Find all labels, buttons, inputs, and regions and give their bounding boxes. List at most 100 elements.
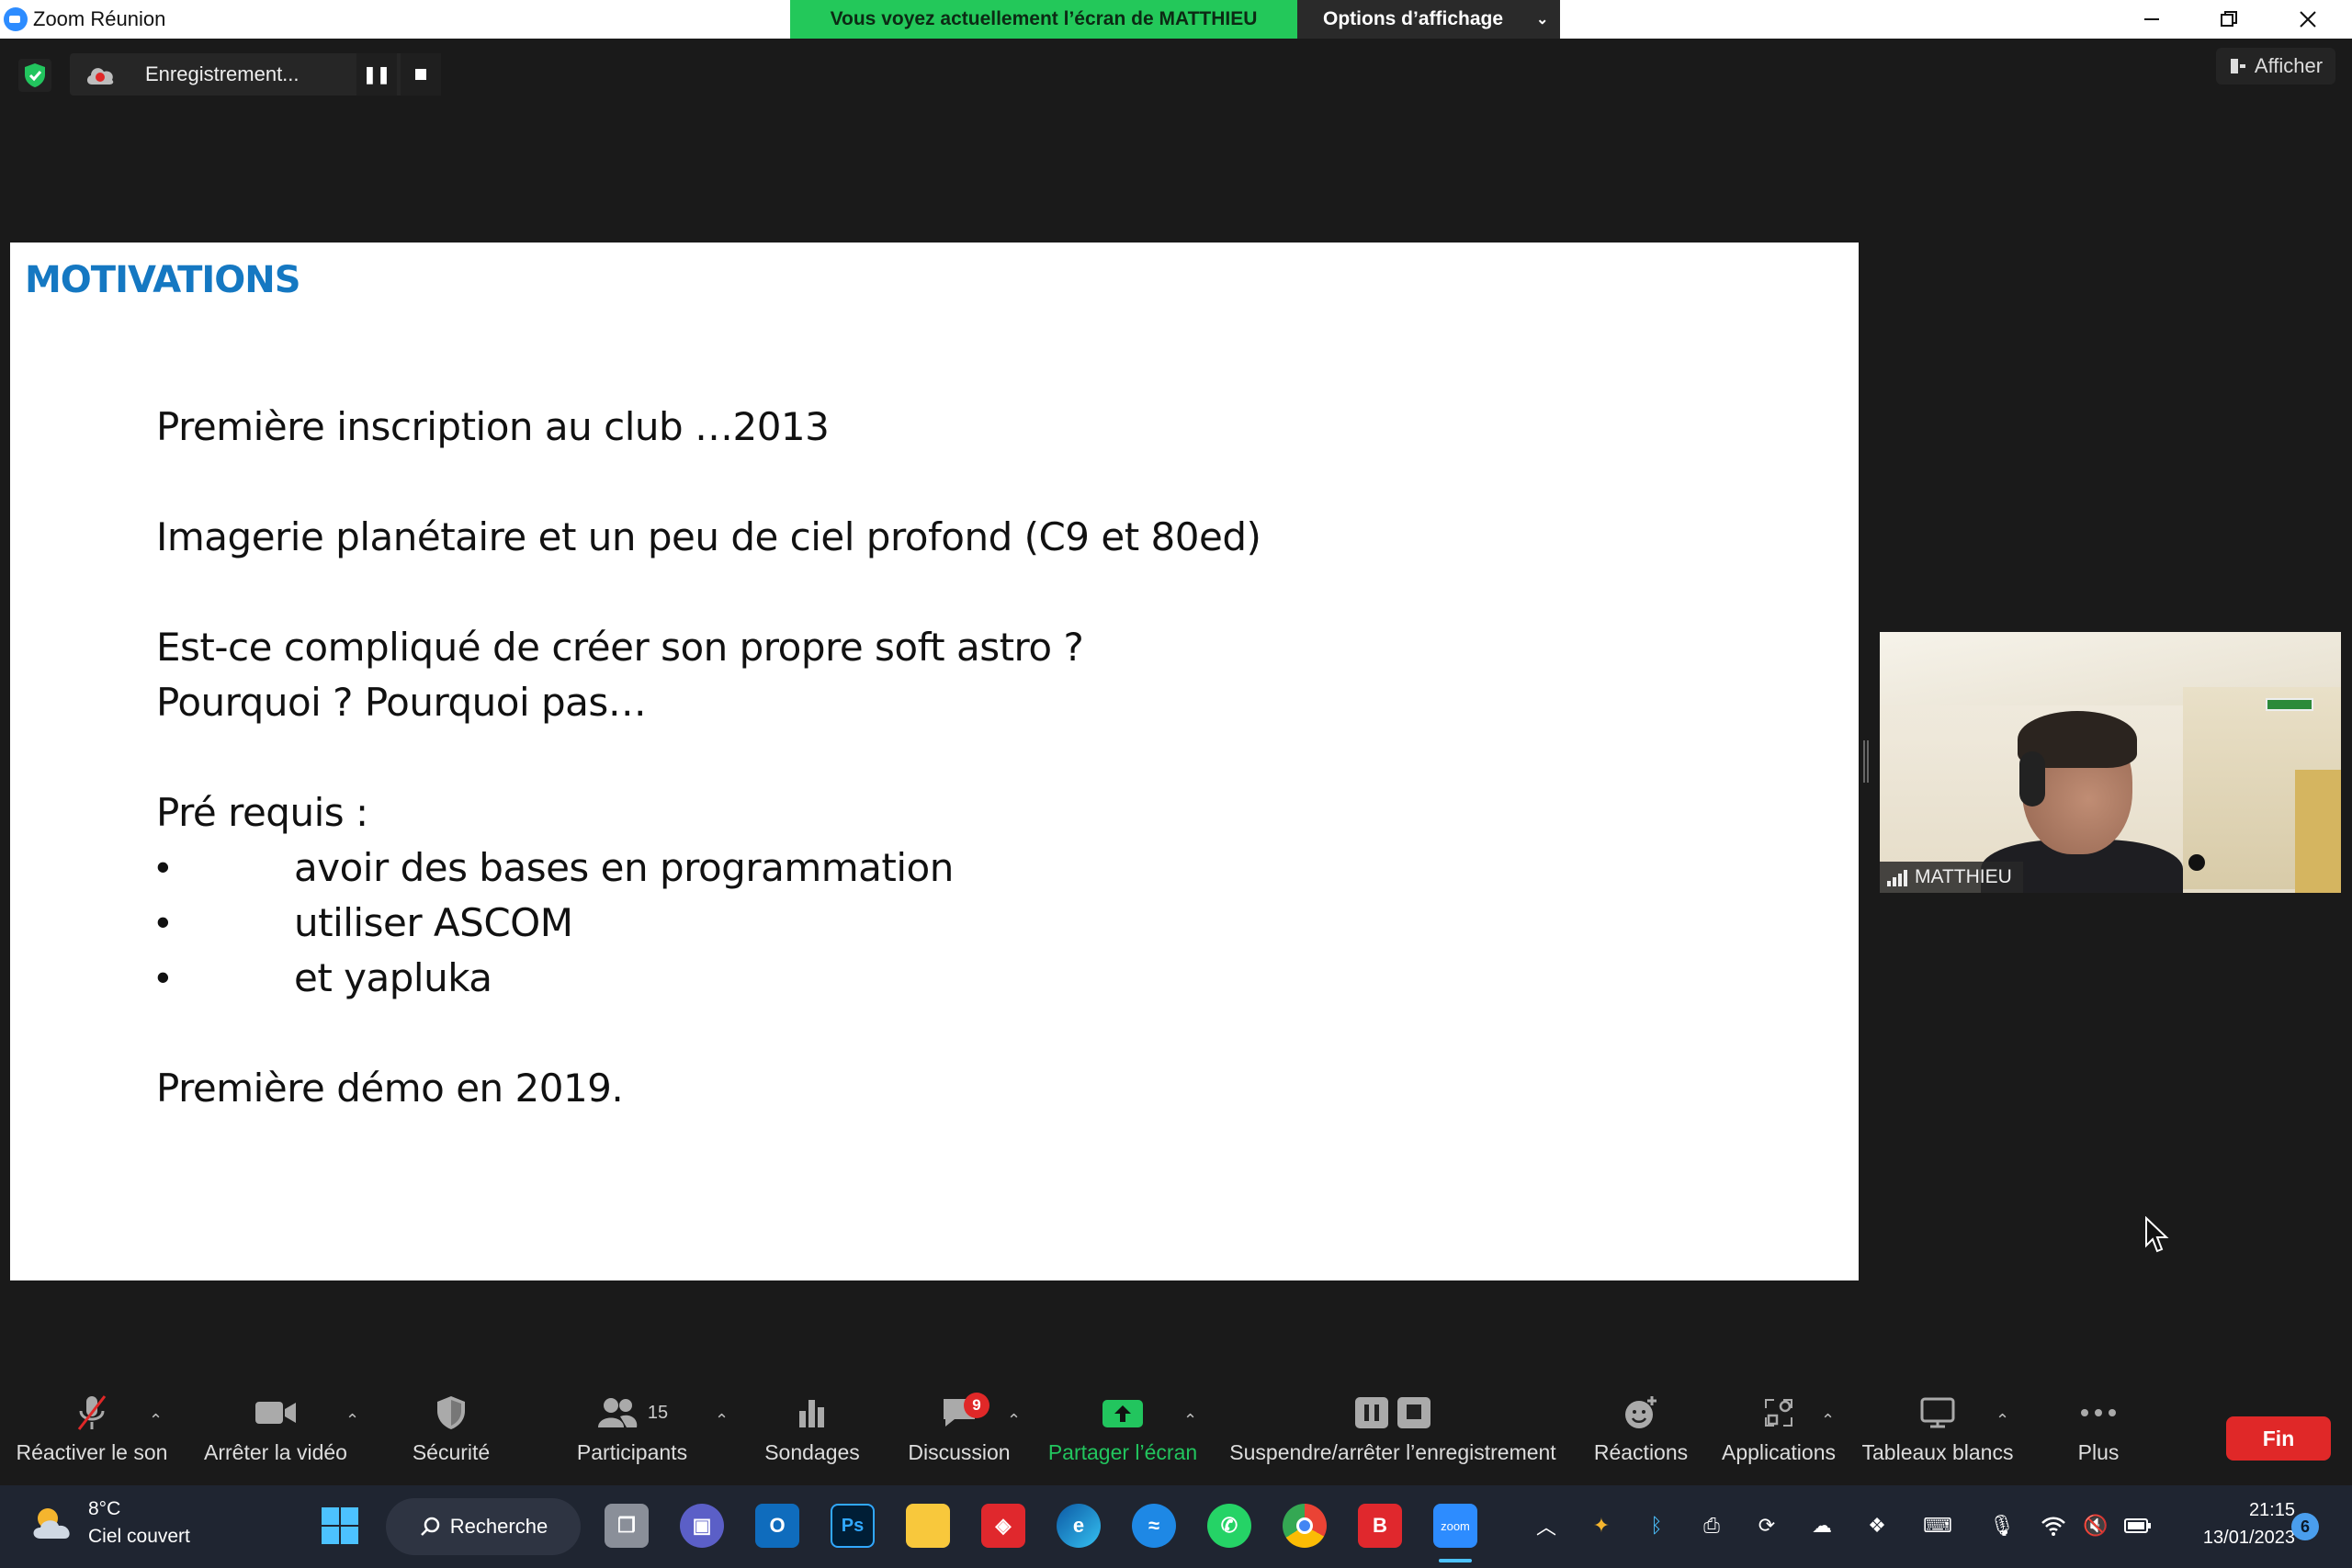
whiteboards-options-caret[interactable]: ⌃ bbox=[1996, 1411, 2009, 1430]
windows-taskbar: 8°C Ciel couvert Recherche ❐ ▣ O Ps ◈ e … bbox=[0, 1485, 2352, 1568]
mouse-cursor-icon bbox=[2145, 1216, 2169, 1253]
whiteboards-label: Tableaux blancs bbox=[1861, 1440, 2014, 1464]
polls-label: Sondages bbox=[764, 1440, 860, 1464]
stop-recording-button[interactable] bbox=[401, 53, 441, 96]
microphone-icon[interactable]: 🎙 bbox=[1986, 1509, 2018, 1542]
reactions-emoji-icon bbox=[1625, 1396, 1657, 1428]
taskbar-search[interactable]: Recherche bbox=[386, 1498, 581, 1555]
participants-options-caret[interactable]: ⌃ bbox=[715, 1411, 729, 1430]
bullet-marker: • bbox=[156, 955, 170, 998]
participants-count: 15 bbox=[647, 1402, 669, 1423]
clock-time[interactable]: 21:15 bbox=[2207, 1500, 2295, 1521]
start-button[interactable] bbox=[316, 1502, 364, 1550]
recording-bar: Enregistrement... ❚❚ bbox=[70, 53, 441, 96]
muted-microphone-icon bbox=[77, 1395, 107, 1430]
usb-icon[interactable]: ⎙ bbox=[1696, 1509, 1727, 1542]
share-screen-arrow-icon bbox=[1102, 1400, 1143, 1427]
reactions-label: Réactions bbox=[1593, 1440, 1689, 1464]
chrome-icon[interactable] bbox=[1283, 1504, 1327, 1548]
edge-icon[interactable]: e bbox=[1057, 1504, 1101, 1548]
apps-button[interactable]: Applications bbox=[1716, 1387, 1841, 1479]
panel-resize-handle[interactable] bbox=[1863, 740, 1869, 783]
view-options-button[interactable]: Options d’affichage ⌄ bbox=[1297, 0, 1560, 39]
wifi-icon[interactable] bbox=[2038, 1509, 2069, 1542]
show-videos-button[interactable]: Afficher bbox=[2216, 48, 2335, 85]
outlook-icon[interactable]: O bbox=[755, 1504, 799, 1548]
whiteboard-icon bbox=[1920, 1397, 1955, 1428]
slide-line: Première démo en 2019. bbox=[156, 1066, 624, 1111]
whiteboards-button[interactable]: Tableaux blancs bbox=[1858, 1387, 2018, 1479]
bitdefender-icon[interactable]: B bbox=[1358, 1504, 1402, 1548]
tray-overflow-chevron-icon[interactable]: ︿ bbox=[1531, 1509, 1562, 1542]
more-dots-icon bbox=[2081, 1409, 2116, 1416]
unmute-button[interactable]: Réactiver le son bbox=[9, 1387, 175, 1479]
stop-video-button[interactable]: Arrêter la vidéo bbox=[193, 1387, 358, 1479]
unmute-label: Réactiver le son bbox=[16, 1440, 168, 1464]
share-options-caret[interactable]: ⌃ bbox=[1183, 1411, 1197, 1430]
signal-strength-icon bbox=[1887, 868, 1907, 886]
chat-button[interactable]: 9 Discussion bbox=[897, 1387, 1022, 1479]
restore-icon bbox=[2221, 11, 2237, 27]
notification-count-badge[interactable]: 6 bbox=[2291, 1513, 2319, 1540]
close-button[interactable] bbox=[2269, 0, 2346, 39]
close-icon bbox=[2300, 11, 2316, 28]
zoom-taskbar-icon[interactable]: zoom bbox=[1433, 1504, 1477, 1548]
weather-temperature[interactable]: 8°C bbox=[88, 1498, 120, 1520]
bullet-marker: • bbox=[156, 845, 170, 888]
participant-name-tag: MATTHIEU bbox=[1880, 862, 2023, 893]
onedrive-icon[interactable]: ☁ bbox=[1806, 1509, 1838, 1542]
share-screen-button[interactable]: Partager l’écran bbox=[1038, 1387, 1207, 1479]
audio-options-caret[interactable]: ⌃ bbox=[149, 1411, 163, 1430]
cloud-app-icon[interactable]: ≈ bbox=[1132, 1504, 1176, 1548]
stop-icon bbox=[415, 69, 426, 80]
meeting-toolbar: Réactiver le son ⌃ Arrêter la vidéo ⌃ Sé… bbox=[0, 1387, 2352, 1479]
security-button[interactable]: Sécurité bbox=[386, 1387, 516, 1479]
teams-icon[interactable]: ▣ bbox=[680, 1504, 724, 1548]
dropbox-icon[interactable]: ❖ bbox=[1861, 1509, 1893, 1542]
search-icon bbox=[420, 1517, 440, 1536]
apps-options-caret[interactable]: ⌃ bbox=[1821, 1411, 1835, 1430]
photoshop-icon[interactable]: Ps bbox=[831, 1504, 875, 1548]
participant-video[interactable]: MATTHIEU bbox=[1880, 632, 2341, 893]
shared-screen-slide: MOTIVATIONS Première inscription au club… bbox=[10, 243, 1859, 1280]
clock-date[interactable]: 13/01/2023 bbox=[2177, 1528, 2295, 1549]
minimize-button[interactable] bbox=[2113, 0, 2190, 39]
zoom-logo-icon bbox=[4, 7, 28, 31]
tray-app-icon[interactable]: ✦ bbox=[1586, 1509, 1617, 1542]
weather-cloudy-icon[interactable] bbox=[29, 1502, 79, 1546]
slide-line: Imagerie planétaire et un peu de ciel pr… bbox=[156, 514, 1261, 559]
keyboard-icon[interactable]: ⌨ bbox=[1922, 1509, 1953, 1542]
minimize-icon bbox=[2144, 18, 2159, 20]
chevron-down-icon: ⌄ bbox=[1536, 12, 1549, 28]
end-meeting-button[interactable]: Fin bbox=[2226, 1416, 2331, 1461]
recording-status-label: Enregistrement... bbox=[145, 62, 300, 85]
whatsapp-icon[interactable]: ✆ bbox=[1207, 1504, 1251, 1548]
security-label: Sécurité bbox=[412, 1440, 491, 1464]
sync-icon[interactable]: ⟳ bbox=[1751, 1509, 1782, 1542]
share-status-banner: Vous voyez actuellement l’écran de MATTH… bbox=[790, 0, 1297, 39]
file-explorer-icon[interactable] bbox=[906, 1504, 950, 1548]
restore-button[interactable] bbox=[2190, 0, 2267, 39]
reactions-button[interactable]: Réactions bbox=[1577, 1387, 1705, 1479]
polls-button[interactable]: Sondages bbox=[744, 1387, 880, 1479]
encryption-shield-icon[interactable] bbox=[18, 59, 51, 92]
bluetooth-icon[interactable]: ᛒ bbox=[1641, 1509, 1672, 1542]
recording-control-button[interactable]: Suspendre/arrêter l’enregistrement bbox=[1218, 1387, 1567, 1479]
chat-options-caret[interactable]: ⌃ bbox=[1007, 1411, 1021, 1430]
exit-sign bbox=[2266, 698, 2313, 711]
participant-name: MATTHIEU bbox=[1915, 866, 2012, 887]
window-title: Zoom Réunion bbox=[33, 7, 166, 30]
volume-muted-icon[interactable]: 🔇 bbox=[2080, 1509, 2111, 1542]
slide-line: Première inscription au club …2013 bbox=[156, 404, 830, 449]
participants-button[interactable]: 15 Participants bbox=[559, 1387, 706, 1479]
battery-icon[interactable] bbox=[2122, 1509, 2154, 1542]
video-options-caret[interactable]: ⌃ bbox=[345, 1411, 359, 1430]
pause-recording-button[interactable]: ❚❚ bbox=[356, 53, 397, 96]
more-label: Plus bbox=[2077, 1440, 2120, 1464]
more-button[interactable]: Plus bbox=[2054, 1387, 2143, 1479]
share-screen-label: Partager l’écran bbox=[1047, 1440, 1198, 1464]
brave-icon[interactable]: ◈ bbox=[981, 1504, 1025, 1548]
task-view-icon[interactable]: ❐ bbox=[605, 1504, 649, 1548]
weather-description[interactable]: Ciel couvert bbox=[88, 1526, 190, 1548]
slide-title: MOTIVATIONS bbox=[25, 259, 301, 301]
